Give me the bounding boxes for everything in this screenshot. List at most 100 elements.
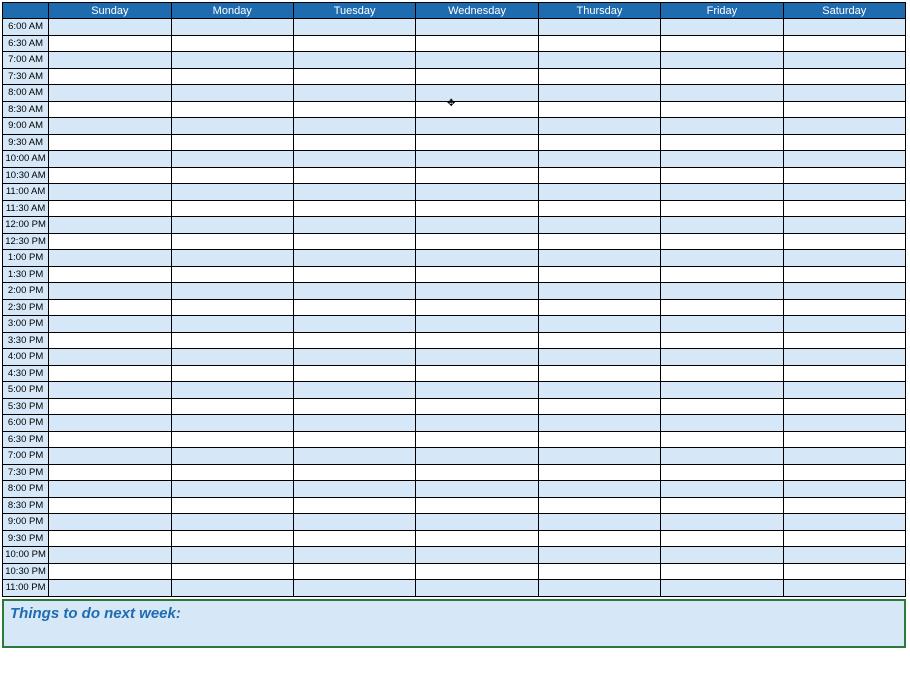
schedule-cell[interactable] [783,134,905,151]
schedule-cell[interactable] [538,547,660,564]
schedule-cell[interactable] [416,580,538,597]
schedule-cell[interactable] [171,514,293,531]
schedule-cell[interactable] [293,101,415,118]
schedule-cell[interactable] [293,266,415,283]
schedule-cell[interactable] [538,580,660,597]
schedule-cell[interactable] [661,580,783,597]
schedule-cell[interactable] [49,200,171,217]
schedule-cell[interactable] [293,118,415,135]
schedule-cell[interactable] [416,481,538,498]
schedule-cell[interactable] [538,448,660,465]
schedule-cell[interactable] [783,266,905,283]
schedule-cell[interactable] [49,184,171,201]
schedule-cell[interactable] [293,200,415,217]
schedule-cell[interactable] [49,217,171,234]
schedule-cell[interactable] [171,316,293,333]
schedule-cell[interactable] [538,332,660,349]
schedule-cell[interactable] [661,118,783,135]
schedule-cell[interactable] [783,563,905,580]
schedule-cell[interactable] [538,233,660,250]
schedule-cell[interactable] [49,101,171,118]
schedule-cell[interactable] [661,266,783,283]
schedule-cell[interactable] [49,514,171,531]
schedule-cell[interactable] [49,151,171,168]
schedule-cell[interactable] [293,250,415,267]
schedule-cell[interactable] [661,349,783,366]
schedule-cell[interactable] [171,35,293,52]
schedule-cell[interactable] [538,167,660,184]
schedule-cell[interactable] [49,85,171,102]
schedule-cell[interactable] [49,365,171,382]
schedule-cell[interactable] [783,85,905,102]
schedule-cell[interactable] [293,382,415,399]
schedule-cell[interactable] [416,200,538,217]
schedule-cell[interactable] [49,580,171,597]
schedule-cell[interactable] [416,85,538,102]
schedule-cell[interactable] [416,184,538,201]
schedule-cell[interactable] [416,299,538,316]
schedule-cell[interactable] [49,415,171,432]
schedule-cell[interactable] [171,167,293,184]
schedule-cell[interactable] [171,217,293,234]
schedule-cell[interactable] [538,52,660,69]
schedule-cell[interactable] [783,530,905,547]
schedule-cell[interactable] [661,217,783,234]
schedule-cell[interactable] [783,547,905,564]
schedule-cell[interactable] [538,365,660,382]
schedule-cell[interactable] [661,283,783,300]
schedule-cell[interactable] [171,118,293,135]
schedule-cell[interactable] [538,563,660,580]
schedule-cell[interactable] [538,464,660,481]
schedule-cell[interactable] [293,85,415,102]
schedule-cell[interactable] [293,299,415,316]
schedule-cell[interactable] [171,184,293,201]
schedule-cell[interactable] [783,118,905,135]
schedule-cell[interactable] [783,68,905,85]
schedule-cell[interactable] [661,35,783,52]
schedule-cell[interactable] [49,332,171,349]
schedule-cell[interactable] [293,151,415,168]
schedule-cell[interactable] [538,514,660,531]
schedule-cell[interactable] [49,118,171,135]
schedule-cell[interactable] [171,134,293,151]
schedule-cell[interactable] [416,19,538,36]
schedule-cell[interactable] [416,497,538,514]
schedule-cell[interactable] [49,382,171,399]
schedule-cell[interactable] [171,530,293,547]
schedule-cell[interactable] [171,580,293,597]
schedule-cell[interactable] [661,85,783,102]
schedule-cell[interactable] [661,151,783,168]
schedule-cell[interactable] [171,19,293,36]
schedule-cell[interactable] [416,563,538,580]
schedule-cell[interactable] [171,448,293,465]
schedule-cell[interactable] [538,184,660,201]
schedule-cell[interactable] [416,530,538,547]
schedule-cell[interactable] [416,118,538,135]
schedule-cell[interactable] [661,167,783,184]
schedule-cell[interactable] [171,68,293,85]
schedule-cell[interactable] [293,563,415,580]
schedule-cell[interactable] [49,250,171,267]
schedule-cell[interactable] [293,530,415,547]
schedule-cell[interactable] [293,184,415,201]
schedule-cell[interactable] [783,35,905,52]
schedule-cell[interactable] [49,497,171,514]
schedule-cell[interactable] [783,415,905,432]
schedule-cell[interactable] [783,431,905,448]
schedule-cell[interactable] [293,52,415,69]
schedule-cell[interactable] [783,151,905,168]
schedule-cell[interactable] [416,398,538,415]
schedule-cell[interactable] [538,349,660,366]
schedule-cell[interactable] [783,19,905,36]
schedule-cell[interactable] [171,415,293,432]
schedule-cell[interactable] [783,464,905,481]
schedule-cell[interactable] [661,514,783,531]
schedule-cell[interactable] [783,250,905,267]
schedule-cell[interactable] [661,316,783,333]
schedule-cell[interactable] [783,299,905,316]
schedule-cell[interactable] [783,233,905,250]
schedule-cell[interactable] [171,365,293,382]
schedule-cell[interactable] [171,266,293,283]
schedule-cell[interactable] [661,233,783,250]
schedule-cell[interactable] [661,431,783,448]
